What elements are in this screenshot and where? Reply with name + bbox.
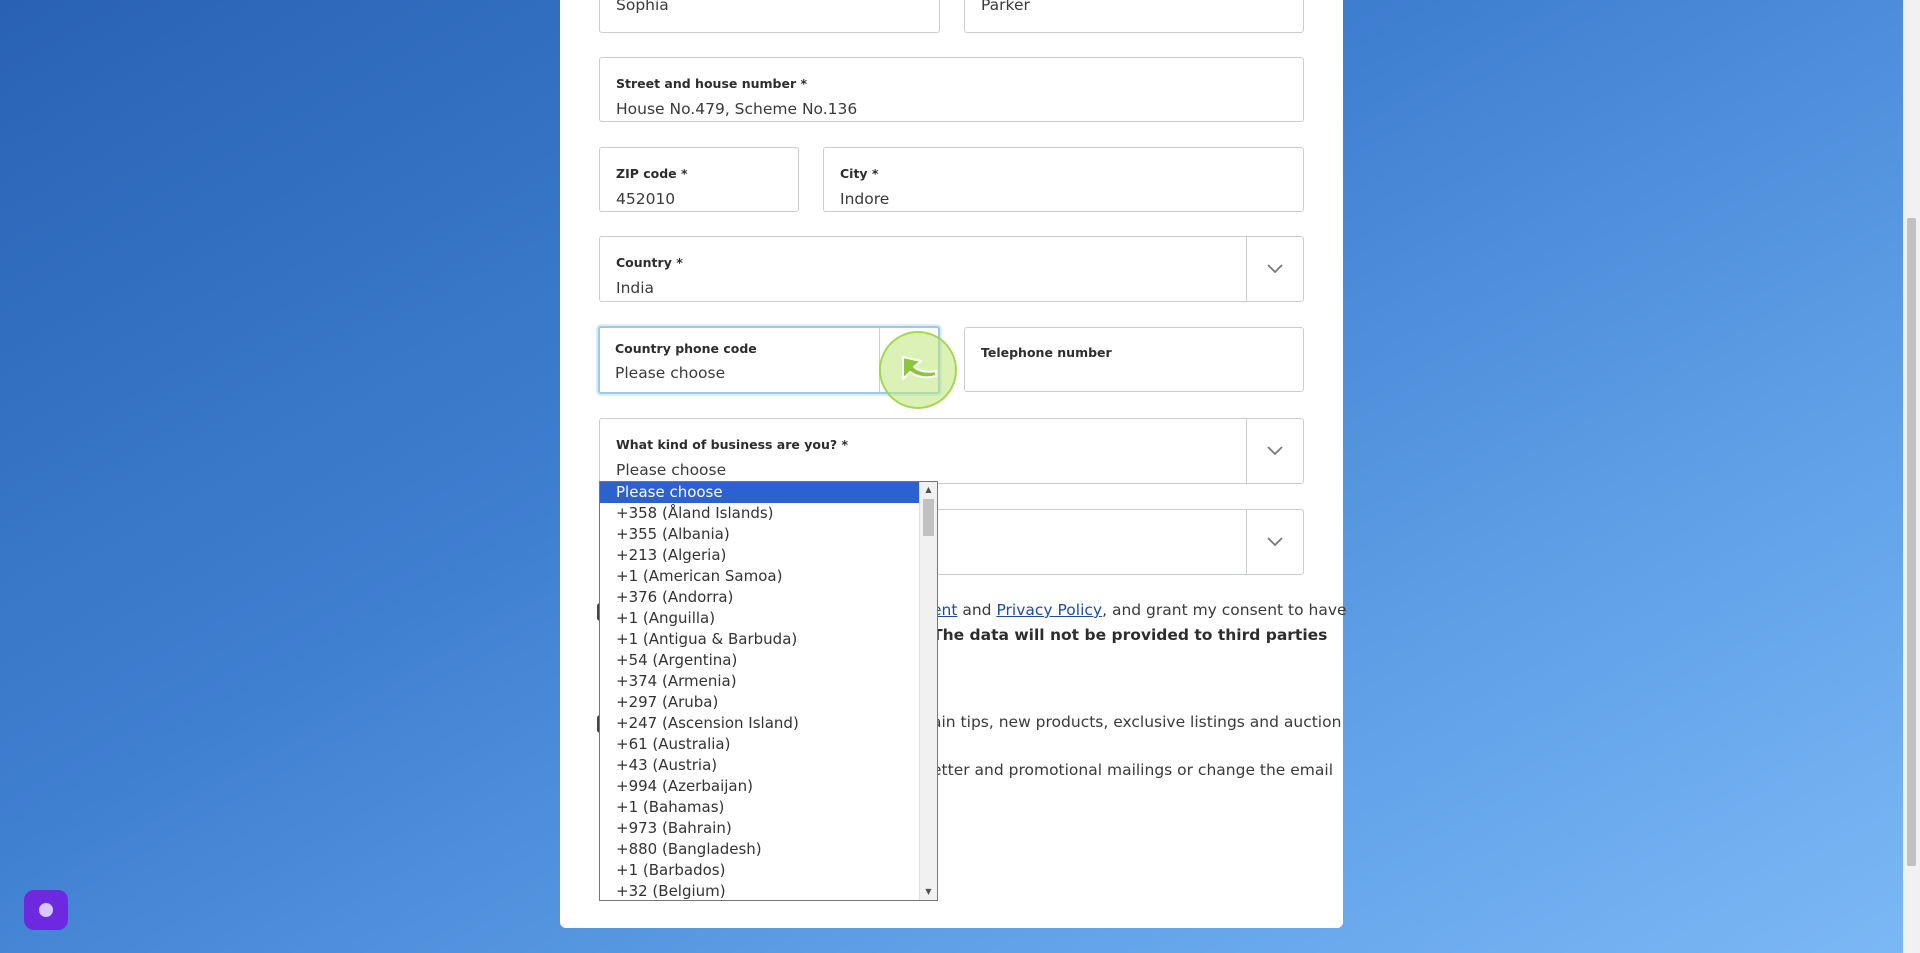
phone-code-option[interactable]: +994 (Azerbaijan) xyxy=(600,776,937,797)
phone-code-option[interactable]: +1 (Barbados) xyxy=(600,860,937,881)
cursor-arrow-icon xyxy=(902,356,937,380)
city-value: Indore xyxy=(840,190,890,208)
phone-code-option[interactable]: +247 (Ascension Island) xyxy=(600,713,937,734)
phone-code-option[interactable]: +54 (Argentina) xyxy=(600,650,937,671)
street-field[interactable]: Street and house number * House No.479, … xyxy=(599,57,1304,122)
country-label: Country * xyxy=(616,255,683,270)
zip-label: ZIP code * xyxy=(616,166,688,181)
scroll-down-arrow-icon[interactable]: ▼ xyxy=(920,884,937,900)
phone-code-value: Please choose xyxy=(615,364,726,382)
phone-code-option[interactable]: Please choose xyxy=(600,482,937,503)
phone-code-option[interactable]: +1 (Anguilla) xyxy=(600,608,937,629)
phone-code-label: Country phone code xyxy=(615,341,757,356)
phone-code-option[interactable]: +355 (Albania) xyxy=(600,524,937,545)
city-label: City * xyxy=(840,166,879,181)
phone-code-option[interactable]: +376 (Andorra) xyxy=(600,587,937,608)
chevron-down-icon xyxy=(1267,537,1283,547)
last-name-field[interactable]: Parker xyxy=(964,0,1304,33)
phone-code-option[interactable]: +1 (Antigua & Barbuda) xyxy=(600,629,937,650)
additional-chevron-box[interactable] xyxy=(1246,510,1303,574)
business-type-value: Please choose xyxy=(616,461,727,479)
terms-text-line1: ent and Privacy Policy, and grant my con… xyxy=(932,601,1347,619)
chat-launcher-button[interactable] xyxy=(24,890,68,930)
street-value: House No.479, Scheme No.136 xyxy=(616,100,858,118)
phone-code-option[interactable]: +1 (American Samoa) xyxy=(600,566,937,587)
business-chevron-box[interactable] xyxy=(1246,419,1303,483)
country-chevron-box[interactable] xyxy=(1246,237,1303,301)
telephone-label: Telephone number xyxy=(981,345,1112,360)
telephone-field[interactable]: Telephone number xyxy=(964,327,1304,392)
phone-code-dropdown-list[interactable]: Please choose +358 (Åland Islands) +355 (A… xyxy=(599,481,938,901)
business-type-label: What kind of business are you? * xyxy=(616,437,849,452)
phone-code-option[interactable]: +213 (Algeria) xyxy=(600,545,937,566)
terms-and-text: and xyxy=(957,601,997,619)
phone-code-option[interactable]: +297 (Aruba) xyxy=(600,692,937,713)
newsletter-text-line1: ain tips, new products, exclusive listin… xyxy=(932,713,1342,731)
dropdown-scrollbar-thumb[interactable] xyxy=(923,499,934,536)
page-scrollbar[interactable] xyxy=(1903,0,1920,953)
newsletter-text-line2: etter and promotional mailings or change… xyxy=(932,761,1334,779)
phone-code-option[interactable]: +61 (Australia) xyxy=(600,734,937,755)
zip-field[interactable]: ZIP code * 452010 xyxy=(599,147,799,212)
business-type-select[interactable]: What kind of business are you? * Please … xyxy=(599,418,1304,484)
last-name-value: Parker xyxy=(981,0,1030,14)
terms-text-line2: The data will not be provided to third p… xyxy=(932,626,1327,644)
zip-value: 452010 xyxy=(616,190,676,208)
phone-code-option[interactable]: +880 (Bangladesh) xyxy=(600,839,937,860)
page-scrollbar-thumb[interactable] xyxy=(1907,218,1916,866)
phone-code-option[interactable]: +43 (Austria) xyxy=(600,755,937,776)
terms-consent-text: , and grant my consent to have xyxy=(1102,601,1347,619)
chevron-down-icon xyxy=(1267,446,1283,456)
phone-code-option[interactable]: +374 (Armenia) xyxy=(600,671,937,692)
phone-code-options: Please choose +358 (Åland Islands) +355 (A… xyxy=(600,482,937,900)
phone-code-option[interactable]: +358 (Åland Islands) xyxy=(600,503,937,524)
city-field[interactable]: City * Indore xyxy=(823,147,1304,212)
third-parties-text: The data will not be provided to third p… xyxy=(932,626,1328,644)
chevron-down-icon xyxy=(1267,264,1283,274)
country-select[interactable]: Country * India xyxy=(599,236,1304,302)
cursor-highlight xyxy=(879,331,957,409)
privacy-policy-link[interactable]: Privacy Policy xyxy=(996,601,1102,619)
street-label: Street and house number * xyxy=(616,76,808,91)
country-value: India xyxy=(616,279,655,297)
first-name-value: Sophia xyxy=(616,0,669,14)
scroll-up-arrow-icon[interactable]: ▲ xyxy=(920,482,937,498)
dropdown-scrollbar[interactable]: ▲ ▼ xyxy=(919,482,937,900)
first-name-field[interactable]: Sophia xyxy=(599,0,940,33)
chat-launcher-icon xyxy=(39,903,53,917)
phone-code-option[interactable]: +32 (Belgium) xyxy=(600,881,937,900)
phone-code-option[interactable]: +1 (Bahamas) xyxy=(600,797,937,818)
phone-code-option[interactable]: +973 (Bahrain) xyxy=(600,818,937,839)
